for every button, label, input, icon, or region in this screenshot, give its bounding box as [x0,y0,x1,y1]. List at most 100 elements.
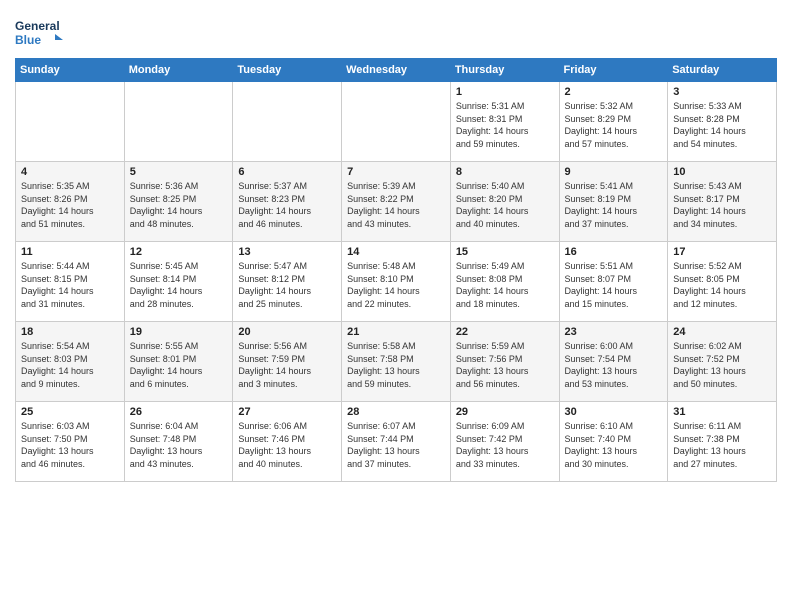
calendar-cell: 26Sunrise: 6:04 AM Sunset: 7:48 PM Dayli… [124,402,233,482]
day-info: Sunrise: 5:45 AM Sunset: 8:14 PM Dayligh… [130,260,228,310]
day-info: Sunrise: 5:47 AM Sunset: 8:12 PM Dayligh… [238,260,336,310]
calendar-cell [342,82,451,162]
day-number: 22 [456,326,554,338]
weekday-header-saturday: Saturday [668,59,777,82]
day-number: 29 [456,406,554,418]
day-number: 28 [347,406,445,418]
day-info: Sunrise: 5:49 AM Sunset: 8:08 PM Dayligh… [456,260,554,310]
day-info: Sunrise: 5:56 AM Sunset: 7:59 PM Dayligh… [238,340,336,390]
calendar-week-5: 25 Sunrise: 6:03 AM Sunset: 7:50 PM Dayli… [16,402,777,482]
day-number: 30 [565,406,663,418]
calendar-cell: 10 Sunrise: 5:43 AM Sunset: 8:17 PM Dayli… [668,162,777,242]
calendar-cell: 11 Sunrise: 5:44 AM Sunset: 8:15 PM Dayli… [16,242,125,322]
day-info: Sunrise: 5:39 AM Sunset: 8:22 PM Dayligh… [347,180,445,230]
day-number: 4 [21,166,119,178]
day-number: 3 [673,86,771,98]
day-number: 2 [565,86,663,98]
calendar-week-1: 1Sunrise: 5:31 AM Sunset: 8:31 PM Daylig… [16,82,777,162]
day-number: 21 [347,326,445,338]
day-info: Sunrise: 5:55 AM Sunset: 8:01 PM Dayligh… [130,340,228,390]
day-info: Sunrise: 6:09 AM Sunset: 7:42 PM Dayligh… [456,420,554,470]
day-info: Sunrise: 5:59 AM Sunset: 7:56 PM Dayligh… [456,340,554,390]
day-info: Sunrise: 5:52 AM Sunset: 8:05 PM Dayligh… [673,260,771,310]
weekday-header-monday: Monday [124,59,233,82]
day-number: 7 [347,166,445,178]
day-info: Sunrise: 5:58 AM Sunset: 7:58 PM Dayligh… [347,340,445,390]
day-number: 18 [21,326,119,338]
day-info: Sunrise: 5:37 AM Sunset: 8:23 PM Dayligh… [238,180,336,230]
weekday-header-thursday: Thursday [450,59,559,82]
day-number: 25 [21,406,119,418]
day-info: Sunrise: 6:03 AM Sunset: 7:50 PM Dayligh… [21,420,119,470]
calendar-cell: 3 Sunrise: 5:33 AM Sunset: 8:28 PM Daylig… [668,82,777,162]
day-info: Sunrise: 6:11 AM Sunset: 7:38 PM Dayligh… [673,420,771,470]
day-info: Sunrise: 5:44 AM Sunset: 8:15 PM Dayligh… [21,260,119,310]
day-number: 31 [673,406,771,418]
day-info: Sunrise: 5:35 AM Sunset: 8:26 PM Dayligh… [21,180,119,230]
weekday-header-tuesday: Tuesday [233,59,342,82]
calendar-cell: 30 Sunrise: 6:10 AM Sunset: 7:40 PM Dayli… [559,402,668,482]
day-number: 15 [456,246,554,258]
day-number: 27 [238,406,336,418]
calendar-cell: 21 Sunrise: 5:58 AM Sunset: 7:58 PM Dayli… [342,322,451,402]
day-number: 24 [673,326,771,338]
calendar-cell: 6 Sunrise: 5:37 AM Sunset: 8:23 PM Daylig… [233,162,342,242]
day-number: 12 [130,246,228,258]
day-info: Sunrise: 6:07 AM Sunset: 7:44 PM Dayligh… [347,420,445,470]
calendar-cell: 25 Sunrise: 6:03 AM Sunset: 7:50 PM Dayli… [16,402,125,482]
day-info: Sunrise: 5:54 AM Sunset: 8:03 PM Dayligh… [21,340,119,390]
day-number: 8 [456,166,554,178]
day-number: 5 [130,166,228,178]
day-info: Sunrise: 5:32 AM Sunset: 8:29 PM Dayligh… [565,100,663,150]
day-info: Sunrise: 6:10 AM Sunset: 7:40 PM Dayligh… [565,420,663,470]
calendar-cell: 7 Sunrise: 5:39 AM Sunset: 8:22 PM Daylig… [342,162,451,242]
calendar-cell [16,82,125,162]
calendar-week-4: 18 Sunrise: 5:54 AM Sunset: 8:03 PM Dayli… [16,322,777,402]
logo-svg: GeneralBlue [15,14,67,50]
calendar-cell: 16 Sunrise: 5:51 AM Sunset: 8:07 PM Dayli… [559,242,668,322]
calendar-cell: 31 Sunrise: 6:11 AM Sunset: 7:38 PM Dayli… [668,402,777,482]
page-header: GeneralBlue [15,10,777,50]
calendar-cell: 17Sunrise: 5:52 AM Sunset: 8:05 PM Dayli… [668,242,777,322]
calendar-cell: 12 Sunrise: 5:45 AM Sunset: 8:14 PM Dayli… [124,242,233,322]
calendar-cell: 28 Sunrise: 6:07 AM Sunset: 7:44 PM Dayli… [342,402,451,482]
svg-text:General: General [15,19,60,33]
day-info: Sunrise: 6:00 AM Sunset: 7:54 PM Dayligh… [565,340,663,390]
day-info: Sunrise: 6:02 AM Sunset: 7:52 PM Dayligh… [673,340,771,390]
calendar-cell: 2 Sunrise: 5:32 AM Sunset: 8:29 PM Daylig… [559,82,668,162]
day-number: 10 [673,166,771,178]
day-info: Sunrise: 5:51 AM Sunset: 8:07 PM Dayligh… [565,260,663,310]
calendar-cell: 8 Sunrise: 5:40 AM Sunset: 8:20 PM Daylig… [450,162,559,242]
calendar-cell [124,82,233,162]
calendar-header-row: SundayMondayTuesdayWednesdayThursdayFrid… [16,59,777,82]
day-info: Sunrise: 5:43 AM Sunset: 8:17 PM Dayligh… [673,180,771,230]
logo: GeneralBlue [15,14,67,50]
day-info: Sunrise: 6:06 AM Sunset: 7:46 PM Dayligh… [238,420,336,470]
day-info: Sunrise: 5:33 AM Sunset: 8:28 PM Dayligh… [673,100,771,150]
weekday-header-sunday: Sunday [16,59,125,82]
calendar-cell: 19Sunrise: 5:55 AM Sunset: 8:01 PM Dayli… [124,322,233,402]
day-number: 20 [238,326,336,338]
day-number: 16 [565,246,663,258]
day-number: 23 [565,326,663,338]
calendar-table: SundayMondayTuesdayWednesdayThursdayFrid… [15,58,777,482]
day-info: Sunrise: 5:40 AM Sunset: 8:20 PM Dayligh… [456,180,554,230]
calendar-cell: 18 Sunrise: 5:54 AM Sunset: 8:03 PM Dayli… [16,322,125,402]
day-number: 26 [130,406,228,418]
calendar-cell: 9Sunrise: 5:41 AM Sunset: 8:19 PM Daylig… [559,162,668,242]
calendar-cell: 20 Sunrise: 5:56 AM Sunset: 7:59 PM Dayli… [233,322,342,402]
calendar-cell: 14Sunrise: 5:48 AM Sunset: 8:10 PM Dayli… [342,242,451,322]
day-info: Sunrise: 5:48 AM Sunset: 8:10 PM Dayligh… [347,260,445,310]
calendar-cell: 13 Sunrise: 5:47 AM Sunset: 8:12 PM Dayli… [233,242,342,322]
day-number: 1 [456,86,554,98]
calendar-cell: 24 Sunrise: 6:02 AM Sunset: 7:52 PM Dayli… [668,322,777,402]
calendar-cell: 15 Sunrise: 5:49 AM Sunset: 8:08 PM Dayli… [450,242,559,322]
calendar-cell [233,82,342,162]
calendar-cell: 5Sunrise: 5:36 AM Sunset: 8:25 PM Daylig… [124,162,233,242]
day-number: 6 [238,166,336,178]
day-info: Sunrise: 5:41 AM Sunset: 8:19 PM Dayligh… [565,180,663,230]
day-number: 13 [238,246,336,258]
day-number: 11 [21,246,119,258]
calendar-cell: 1Sunrise: 5:31 AM Sunset: 8:31 PM Daylig… [450,82,559,162]
weekday-header-wednesday: Wednesday [342,59,451,82]
